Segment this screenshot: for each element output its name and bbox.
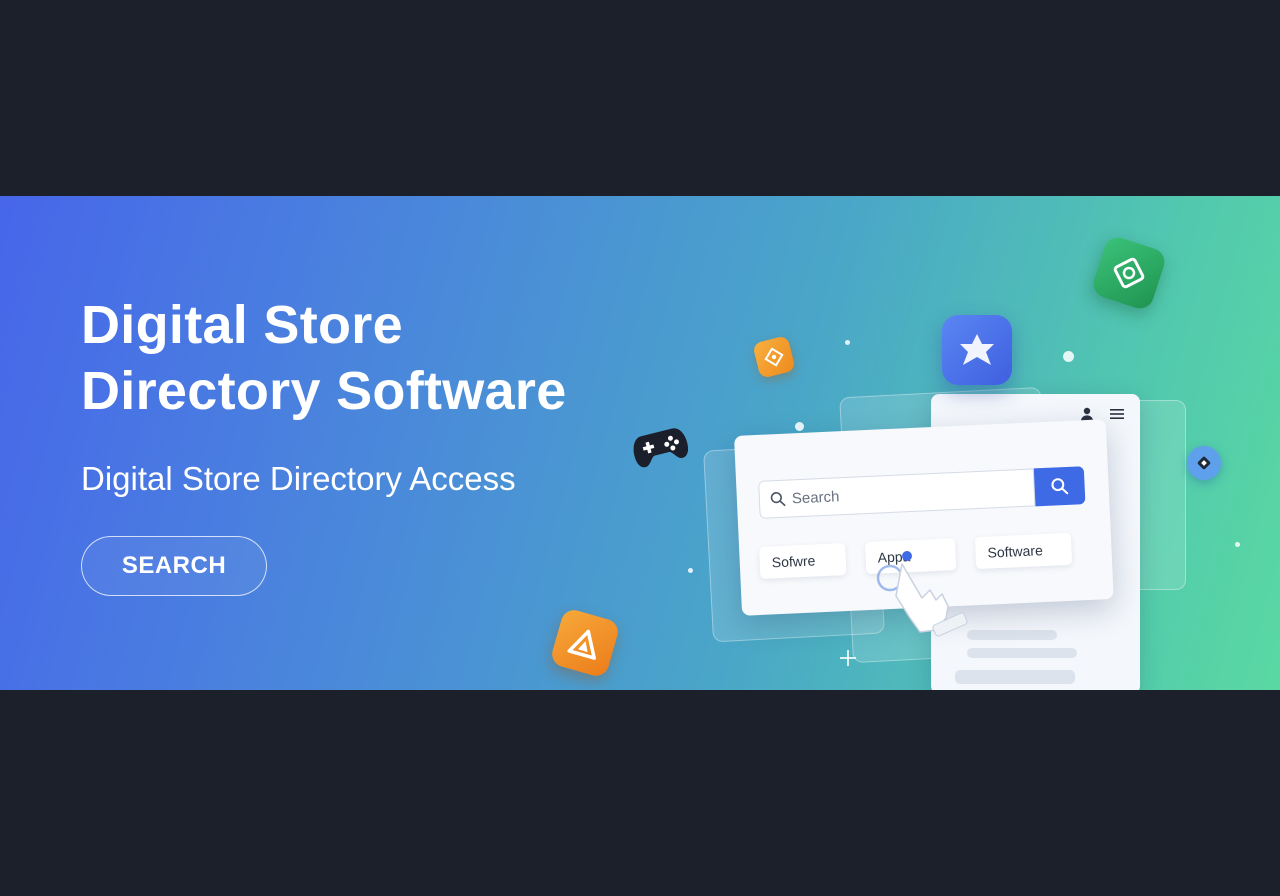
category-chip[interactable]: Software bbox=[974, 532, 1073, 570]
blue-circle-app-icon bbox=[1187, 446, 1221, 480]
sparkle bbox=[845, 340, 850, 345]
diamond-app-icon bbox=[1089, 233, 1169, 313]
sparkle bbox=[1063, 351, 1074, 362]
category-chip[interactable]: Sofwre bbox=[759, 543, 847, 579]
search-submit-button[interactable] bbox=[1033, 466, 1086, 507]
sparkle bbox=[1235, 542, 1240, 547]
orange-app-icon bbox=[752, 335, 796, 379]
placeholder-line bbox=[967, 648, 1077, 658]
placeholder-line bbox=[955, 670, 1075, 684]
hand-pointer-icon bbox=[876, 563, 968, 637]
sparkle bbox=[795, 422, 804, 431]
gamepad-icon bbox=[633, 428, 689, 468]
search-icon bbox=[770, 492, 786, 507]
search-input[interactable]: Search bbox=[758, 468, 1036, 519]
search-icon bbox=[1051, 478, 1069, 495]
star-app-icon bbox=[942, 315, 1012, 385]
triangle-app-icon bbox=[549, 607, 621, 679]
menu-icon[interactable] bbox=[1109, 406, 1125, 426]
placeholder-line bbox=[967, 630, 1057, 640]
search-placeholder: Search bbox=[791, 487, 840, 507]
illustration: Search Sofwre Appa Software bbox=[0, 196, 1280, 690]
sparkle-plus-icon bbox=[840, 650, 856, 666]
page-frame: Digital Store Directory Software Digital… bbox=[0, 0, 1280, 896]
cursor-dot bbox=[902, 551, 912, 561]
hero-banner: Digital Store Directory Software Digital… bbox=[0, 196, 1280, 690]
sparkle bbox=[688, 568, 693, 573]
